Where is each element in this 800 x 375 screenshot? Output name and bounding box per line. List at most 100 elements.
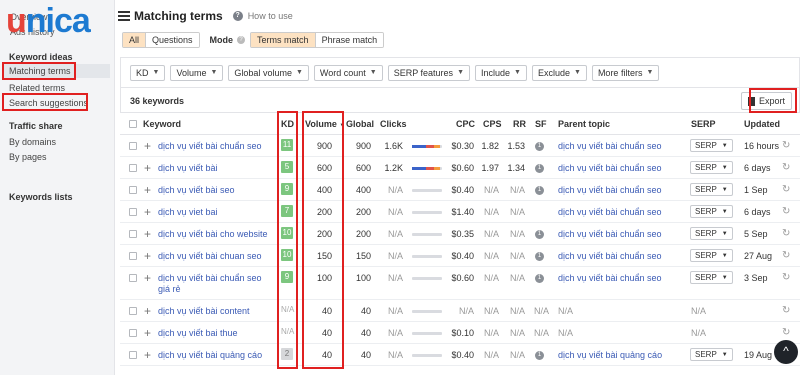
how-to-use-link[interactable]: How to use — [248, 11, 293, 21]
col-rr[interactable]: RR — [513, 119, 526, 129]
keyword-link[interactable]: dịch vụ viết bài quảng cáo — [158, 350, 262, 360]
menu-icon[interactable] — [118, 11, 130, 21]
keyword-link[interactable]: dịch vụ viết bài chuẩn seo — [158, 141, 262, 151]
filter-exclude[interactable]: Exclude ▼ — [531, 64, 587, 81]
mode-phrase-match[interactable]: Phrase match — [314, 33, 384, 47]
parent-topic-link[interactable]: dịch vụ viết bài chuẩn seo — [558, 251, 662, 261]
sf-count-icon[interactable]: 1 — [535, 186, 544, 195]
refresh-icon[interactable]: ↻ — [782, 184, 790, 195]
sidebar-item-by-domains[interactable]: By domains — [9, 137, 56, 147]
sf-count-icon[interactable]: 1 — [535, 252, 544, 261]
filter-word-count[interactable]: Word count ▼ — [313, 64, 383, 81]
parent-topic-link[interactable]: dịch vụ viết bài chuẩn seo — [558, 141, 662, 151]
table-row[interactable]: + dịch vụ viết bài chuan seo 10 150 150 N/A $0… — [120, 245, 800, 267]
refresh-icon[interactable]: ↻ — [782, 206, 790, 217]
row-checkbox[interactable] — [129, 307, 137, 315]
row-checkbox[interactable] — [129, 230, 137, 238]
serp-dropdown[interactable]: SERP ▼ — [690, 227, 733, 240]
sf-count-icon[interactable]: 1 — [535, 230, 544, 239]
parent-topic-link[interactable]: dịch vụ viết bài chuẩn seo — [558, 207, 662, 217]
row-checkbox[interactable] — [129, 252, 137, 260]
keyword-link[interactable]: dịch vụ viết bai thue — [158, 328, 238, 338]
serp-dropdown[interactable]: SERP ▼ — [690, 183, 733, 196]
refresh-icon[interactable]: ↻ — [782, 228, 790, 239]
col-keyword[interactable]: Keyword — [143, 119, 181, 129]
col-sf[interactable]: SF — [535, 119, 547, 129]
sidebar-item-related-terms[interactable]: Related terms — [9, 83, 65, 93]
sf-count-icon[interactable]: 1 — [535, 142, 544, 151]
row-checkbox[interactable] — [129, 142, 137, 150]
add-icon[interactable]: + — [144, 272, 151, 284]
parent-topic-link[interactable]: dịch vụ viết bài chuẩn seo — [558, 163, 662, 173]
add-icon[interactable]: + — [144, 228, 151, 240]
col-clicks[interactable]: Clicks — [380, 119, 407, 129]
col-cpc[interactable]: CPC — [456, 119, 475, 129]
keyword-link[interactable]: dịch vụ viết bài seo — [158, 185, 235, 195]
serp-dropdown[interactable]: SERP ▼ — [690, 249, 733, 262]
sidebar-item-by-pages[interactable]: By pages — [9, 152, 47, 162]
filter-kd[interactable]: KD ▼ — [130, 64, 166, 81]
refresh-icon[interactable]: ↻ — [782, 305, 790, 316]
serp-dropdown[interactable]: SERP ▼ — [690, 161, 733, 174]
filter-more[interactable]: More filters ▼ — [591, 64, 660, 81]
sf-count-icon[interactable]: 1 — [535, 351, 544, 360]
filter-serp-features[interactable]: SERP features ▼ — [387, 64, 470, 81]
filter-volume[interactable]: Volume ▼ — [170, 64, 224, 81]
refresh-icon[interactable]: ↻ — [782, 250, 790, 261]
serp-dropdown[interactable]: SERP ▼ — [690, 205, 733, 218]
add-icon[interactable]: + — [144, 206, 151, 218]
table-row[interactable]: + dịch vụ viết bài quảng cáo 2 40 40 N/A $0.40… — [120, 344, 800, 366]
table-row[interactable]: + dịch vụ viết bài seo 9 400 400 N/A $0.40 N/A N… — [120, 179, 800, 201]
keyword-link[interactable]: dịch vụ viet bai — [158, 207, 218, 217]
section-keywords-lists[interactable]: Keywords lists — [9, 192, 73, 202]
mode-terms-match[interactable]: Terms match — [251, 33, 315, 47]
table-row[interactable]: + dịch vụ viet bai 7 200 200 N/A $1.40 N/A N/A dị… — [120, 201, 800, 223]
parent-topic-link[interactable]: dịch vụ viết bài chuẩn seo — [558, 185, 662, 195]
table-row[interactable]: + dịch vụ viết bài chuẩn seo giá rẻ 9 100 10… — [120, 267, 800, 300]
mode-help-icon[interactable]: ? — [237, 36, 246, 44]
col-updated[interactable]: Updated — [744, 119, 780, 129]
add-icon[interactable]: + — [144, 305, 151, 317]
refresh-icon[interactable]: ↻ — [782, 140, 790, 151]
help-icon[interactable]: ? — [232, 11, 243, 21]
add-icon[interactable]: + — [144, 184, 151, 196]
sf-count-icon[interactable]: 1 — [535, 164, 544, 173]
row-checkbox[interactable] — [129, 164, 137, 172]
scope-questions[interactable]: Questions — [145, 33, 199, 47]
serp-dropdown[interactable]: SERP ▼ — [690, 271, 733, 284]
refresh-icon[interactable]: ↻ — [782, 272, 790, 283]
col-serp[interactable]: SERP — [691, 119, 716, 129]
refresh-icon[interactable]: ↻ — [782, 327, 790, 338]
add-icon[interactable]: + — [144, 349, 151, 361]
serp-dropdown[interactable]: SERP ▼ — [690, 139, 733, 152]
scroll-top-button[interactable]: ^ — [774, 340, 798, 364]
refresh-icon[interactable]: ↻ — [782, 162, 790, 173]
col-cps[interactable]: CPS — [483, 119, 502, 129]
table-row[interactable]: + dịch vụ viết bài 5 600 600 1.2K $0.60 1.97 1.3… — [120, 157, 800, 179]
parent-topic-link[interactable]: dịch vụ viết bài chuẩn seo — [558, 229, 662, 239]
parent-topic-link[interactable]: dịch vụ viết bài quảng cáo — [558, 350, 662, 360]
row-checkbox[interactable] — [129, 208, 137, 216]
row-checkbox[interactable] — [129, 351, 137, 359]
add-icon[interactable]: + — [144, 250, 151, 262]
table-row[interactable]: + dịch vụ viết bai thue N/A 40 40 N/A $0.10 N/A… — [120, 322, 800, 344]
sf-count-icon[interactable]: 1 — [535, 274, 544, 283]
add-icon[interactable]: + — [144, 327, 151, 339]
filter-global-volume[interactable]: Global volume ▼ — [228, 64, 309, 81]
select-all-checkbox[interactable] — [129, 120, 137, 128]
filter-include[interactable]: Include ▼ — [475, 64, 527, 81]
keyword-link[interactable]: dịch vụ viết bài chuan seo — [158, 251, 262, 261]
keyword-link[interactable]: dịch vụ viết bài — [158, 163, 218, 173]
table-row[interactable]: + dịch vụ viết bài cho website 10 200 200 N/A… — [120, 223, 800, 245]
table-row[interactable]: + dịch vụ viết bài content N/A 40 40 N/A N/A N/… — [120, 300, 800, 322]
col-global[interactable]: Global — [346, 119, 374, 129]
table-row[interactable]: + dịch vụ viết bài chuẩn seo 11 900 900 1.6K $… — [120, 135, 800, 157]
keyword-link[interactable]: dịch vụ viết bài cho website — [158, 229, 268, 239]
row-checkbox[interactable] — [129, 274, 137, 282]
row-checkbox[interactable] — [129, 186, 137, 194]
add-icon[interactable]: + — [144, 162, 151, 174]
scope-all[interactable]: All — [123, 33, 146, 47]
serp-dropdown[interactable]: SERP ▼ — [690, 348, 733, 361]
col-parent-topic[interactable]: Parent topic — [558, 119, 610, 129]
add-icon[interactable]: + — [144, 140, 151, 152]
